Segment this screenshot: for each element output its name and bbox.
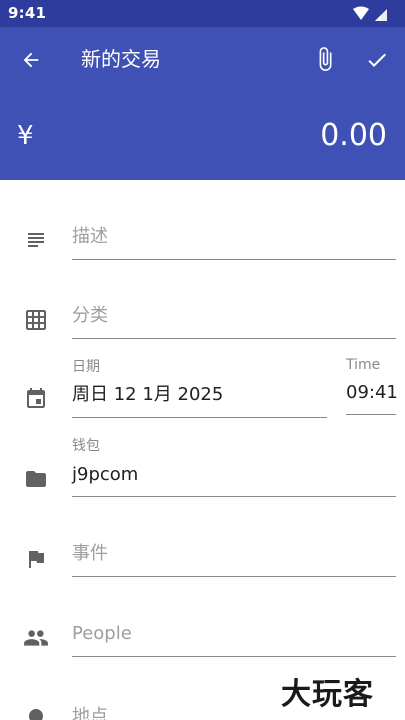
currency-symbol[interactable]: ¥: [17, 119, 34, 153]
event-field[interactable]: 事件: [72, 541, 396, 577]
wallet-value: j9pcom: [72, 464, 139, 485]
check-icon: [368, 53, 386, 67]
arrow-back-icon: [23, 52, 39, 68]
flag-icon: [23, 546, 49, 572]
wallet-label: 钱包: [72, 438, 100, 454]
calendar-icon: [23, 386, 49, 412]
time-field[interactable]: Time 09:41: [346, 356, 398, 415]
people-field[interactable]: People: [72, 621, 396, 657]
time-label: Time: [346, 357, 381, 373]
amount-display[interactable]: 0.00: [320, 117, 387, 155]
attach-button[interactable]: [308, 41, 342, 77]
category-placeholder: 分类: [72, 305, 108, 326]
description-placeholder: 描述: [72, 226, 108, 247]
category-field[interactable]: 分类: [72, 303, 396, 339]
screen: 9:41 新的交易 ¥ 0.00 描述 分类 日期 周日 12 1月 2025 …: [0, 0, 405, 720]
folder-icon: [23, 466, 49, 492]
description-field[interactable]: 描述: [72, 224, 396, 260]
location-pin-icon: [23, 706, 49, 720]
notes-icon: [23, 227, 49, 253]
date-value: 周日 12 1月 2025: [72, 384, 224, 405]
page-title: 新的交易: [81, 47, 161, 71]
place-placeholder: 地点: [72, 706, 108, 720]
people-icon: [23, 625, 49, 651]
date-field[interactable]: 日期 周日 12 1月 2025: [72, 358, 327, 418]
wifi-icon: [353, 6, 369, 20]
signal-battery-icons: [353, 6, 387, 21]
event-placeholder: 事件: [72, 543, 108, 564]
paperclip-icon: [319, 47, 332, 71]
status-bar: 9:41: [0, 0, 405, 27]
people-placeholder: People: [72, 623, 132, 644]
watermark-logo: 大玩客: [281, 677, 374, 712]
save-button[interactable]: [360, 43, 394, 77]
back-button[interactable]: [14, 43, 48, 77]
date-label: 日期: [72, 359, 100, 375]
grid-icon: [23, 307, 49, 333]
time-value: 09:41: [346, 382, 398, 403]
app-bar: 新的交易 ¥ 0.00: [0, 27, 405, 180]
status-time: 9:41: [8, 4, 47, 22]
wallet-field[interactable]: 钱包 j9pcom: [72, 437, 396, 497]
